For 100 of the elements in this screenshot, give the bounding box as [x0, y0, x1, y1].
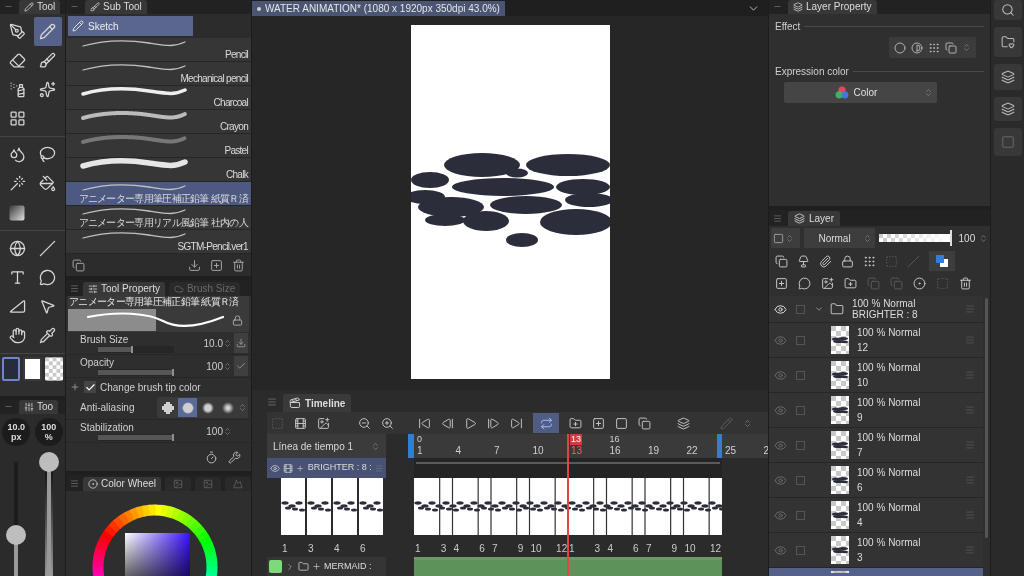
slider-handle[interactable]: [172, 433, 174, 441]
stacked-squares-icon[interactable]: [775, 254, 788, 268]
track-header[interactable]: MERMAID :: [267, 557, 386, 576]
layer-row[interactable]: 100 % Normal 7: [769, 428, 983, 463]
layer-property-tab[interactable]: Layer Property: [788, 0, 877, 14]
paperclip-icon[interactable]: [819, 254, 832, 268]
plus-icon[interactable]: [312, 562, 321, 571]
folder-plus-icon[interactable]: [844, 276, 857, 290]
end-marker-handle[interactable]: [717, 434, 722, 458]
sketch-group-tab[interactable]: Sketch: [68, 16, 193, 36]
copy-icon[interactable]: [72, 258, 85, 272]
brush-list-item[interactable]: Mechanical pencil: [66, 62, 251, 86]
layer-row[interactable]: [769, 568, 983, 576]
scrollbar[interactable]: [985, 298, 988, 538]
plus-icon[interactable]: [70, 382, 80, 392]
speech-balloon-icon[interactable]: [798, 276, 811, 290]
layer-checkbox[interactable]: [795, 405, 805, 415]
lock-icon[interactable]: [232, 314, 243, 326]
timer-icon[interactable]: [205, 450, 218, 464]
circle-icon[interactable]: [894, 41, 906, 54]
opacity-slider[interactable]: [38, 452, 59, 576]
tool-tab[interactable]: Too: [19, 400, 59, 414]
stacked-squares-icon[interactable]: [945, 41, 957, 54]
dock-button[interactable]: [993, 27, 1022, 57]
property-slider[interactable]: [98, 345, 174, 353]
layer-tab[interactable]: Layer: [788, 211, 840, 226]
layer-checkbox[interactable]: [795, 440, 805, 450]
zoom-in-icon[interactable]: [381, 416, 394, 430]
tool-tab[interactable]: Tool: [19, 0, 61, 14]
cel-thumbnail[interactable]: [333, 478, 357, 535]
layer-row[interactable]: 100 % Normal 3: [769, 533, 983, 568]
track-header[interactable]: BRIGHTER : 8 :: [267, 458, 386, 478]
timeline-tab[interactable]: Timeline: [283, 394, 352, 412]
layer-color-dropdown[interactable]: [771, 228, 801, 248]
step-forward-icon[interactable]: [487, 416, 500, 430]
brush-list-item[interactable]: Charcoal: [66, 86, 251, 110]
anti-aliasing-option[interactable]: [178, 398, 197, 417]
layer-checkbox[interactable]: [795, 335, 805, 345]
slider-handle[interactable]: [131, 345, 134, 353]
slider-thumb[interactable]: [38, 452, 59, 472]
square-plus-icon[interactable]: [592, 416, 605, 430]
cel-thumbnail[interactable]: [281, 478, 305, 535]
layer-row[interactable]: 100 % Normal 6: [769, 463, 983, 498]
document-tab[interactable]: WATER ANIMATION* (1080 x 1920px 350dpi 43.0%): [252, 1, 505, 16]
dock-button[interactable]: [993, 97, 1022, 121]
color-swatch-icon[interactable]: [23, 357, 42, 381]
lamp-icon[interactable]: [797, 254, 810, 268]
step-back-icon[interactable]: [441, 416, 454, 430]
layer-row[interactable]: 100 % Normal 12: [769, 323, 983, 358]
skip-forward-icon[interactable]: [510, 416, 523, 430]
layers-icon[interactable]: [677, 416, 690, 430]
side-button[interactable]: [234, 333, 248, 353]
layer-checkbox[interactable]: [795, 475, 805, 485]
dots-grid-icon[interactable]: [863, 254, 876, 268]
circle-dot-icon[interactable]: [913, 276, 926, 290]
brush-list-item[interactable]: アニメーター専用筆圧補正鉛筆 紙質Ｒ済: [66, 182, 251, 206]
property-slider[interactable]: [98, 368, 174, 376]
chevron-right-icon[interactable]: [285, 561, 295, 572]
image-plus-icon[interactable]: [317, 416, 330, 430]
lock-icon[interactable]: [841, 254, 854, 268]
checkbox[interactable]: [84, 381, 96, 393]
slider-handle[interactable]: [172, 368, 174, 376]
slider-handle[interactable]: [949, 230, 952, 246]
eye-icon[interactable]: [773, 302, 787, 316]
layer-row[interactable]: 100 % Normal BRIGHTER : 8: [769, 296, 983, 323]
brush-list-item[interactable]: Pastel: [66, 134, 251, 158]
brush-list-item[interactable]: Chalk: [66, 158, 251, 182]
copy-icon[interactable]: [638, 416, 651, 430]
brush-list-item[interactable]: Pencil: [66, 38, 251, 62]
trash-icon[interactable]: [232, 258, 245, 272]
overlapping-squares-button[interactable]: [929, 251, 955, 271]
plus-icon[interactable]: [296, 463, 305, 473]
chevron-down-icon[interactable]: [814, 304, 824, 314]
pencil-tool-button[interactable]: [33, 17, 62, 46]
download-icon[interactable]: [188, 258, 201, 272]
eye-icon[interactable]: [270, 462, 281, 474]
zoom-out-icon[interactable]: [358, 416, 371, 430]
brush-list-item[interactable]: SGTM-Pencil.ver1: [66, 230, 251, 254]
start-marker-handle[interactable]: [408, 434, 414, 458]
sub-tool-tab[interactable]: Sub Tool: [85, 0, 147, 14]
dock-button[interactable]: [993, 0, 1022, 20]
blend-mode-dropdown[interactable]: Normal: [804, 228, 876, 248]
dock-button[interactable]: [993, 64, 1022, 90]
color-swatch-icon[interactable]: [2, 357, 21, 381]
play-icon[interactable]: [464, 416, 477, 430]
square-plus-icon[interactable]: [210, 258, 223, 272]
transparent-swatch-icon[interactable]: [44, 357, 63, 381]
slider-thumb[interactable]: [6, 524, 27, 545]
layer-row[interactable]: 100 % Normal 10: [769, 358, 983, 393]
loop-button[interactable]: [533, 413, 559, 433]
brush-list-item[interactable]: アニメーター専用リアル風鉛筆 社内の人: [66, 206, 251, 230]
layer-checkbox[interactable]: [795, 545, 805, 555]
layer-checkbox[interactable]: [795, 510, 805, 520]
layer-row[interactable]: 100 % Normal 4: [769, 498, 983, 533]
wrench-icon[interactable]: [228, 450, 241, 464]
half-filled-circle-icon[interactable]: [911, 41, 923, 54]
opacity-slider[interactable]: [879, 230, 952, 246]
color-wheel-tab[interactable]: Color Wheel: [83, 477, 162, 491]
trash-icon[interactable]: [959, 276, 972, 290]
brush-list-item[interactable]: Crayon: [66, 110, 251, 134]
